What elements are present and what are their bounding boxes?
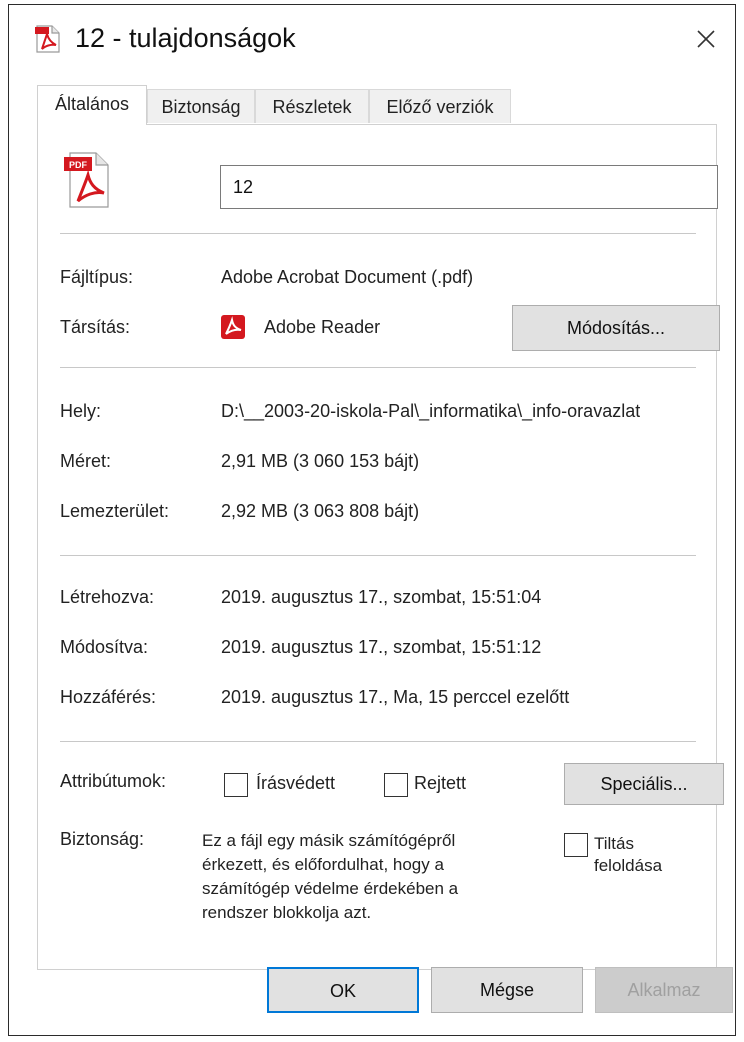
unblock-label-line: feloldása <box>594 856 663 875</box>
tab-reszletek[interactable]: Részletek <box>255 89 369 123</box>
security-message-line: érkezett, és előfordulhat, hogy a <box>202 855 444 874</box>
pdf-file-icon <box>35 25 60 53</box>
apply-button[interactable]: Alkalmaz <box>595 967 733 1013</box>
filetype-value: Adobe Acrobat Document (.pdf) <box>221 267 474 287</box>
hidden-checkbox[interactable] <box>384 773 408 797</box>
separator <box>60 233 696 234</box>
advanced-button[interactable]: Speciális... <box>564 763 724 805</box>
security-label: Biztonság: <box>60 829 145 849</box>
separator <box>60 555 696 556</box>
location-value: D:\__2003-20-iskola-Pal\_informatika\_in… <box>221 401 641 421</box>
disk-size-value: 2,92 MB (3 063 808 bájt) <box>221 501 420 521</box>
modified-value: 2019. augusztus 17., szombat, 15:51:12 <box>221 637 542 657</box>
pdf-badge-text: PDF <box>69 160 88 170</box>
unblock-label-line: Tiltás <box>594 834 634 853</box>
accessed-label: Hozzáférés: <box>60 687 157 707</box>
pdf-document-icon: PDF <box>64 152 109 208</box>
created-value: 2019. augusztus 17., szombat, 15:51:04 <box>221 587 542 607</box>
general-panel: PDF Fájltípus: Adobe Acrobat Document (.… <box>37 124 724 970</box>
attributes-label: Attribútumok: <box>60 771 167 791</box>
security-message-line: rendszer blokkolja azt. <box>202 903 372 922</box>
size-label: Méret: <box>60 451 112 471</box>
security-message-line: számítógép védelme érdekében a <box>202 879 459 898</box>
tab-biztonsag[interactable]: Biztonság <box>147 89 255 123</box>
tab-strip: Általános Biztonság Részletek Előző verz… <box>37 85 717 125</box>
association-value: Adobe Reader <box>264 317 381 337</box>
readonly-checkbox[interactable] <box>224 773 248 797</box>
security-message: Ez a fájl egy másik számítógépről érkeze… <box>202 829 458 925</box>
separator <box>60 367 696 368</box>
location-label: Hely: <box>60 401 102 421</box>
filename-input[interactable] <box>220 165 718 209</box>
filetype-label: Fájltípus: <box>60 267 134 287</box>
security-message-line: Ez a fájl egy másik számítógépről <box>202 831 456 850</box>
window-title: 12 - tulajdonságok <box>75 23 296 53</box>
disk-size-label: Lemezterület: <box>60 501 170 521</box>
change-button[interactable]: Módosítás... <box>512 305 720 351</box>
separator <box>60 741 696 742</box>
accessed-value: 2019. augusztus 17., Ma, 15 perccel ezel… <box>221 687 570 707</box>
adobe-reader-icon <box>221 315 245 339</box>
tab-elozo-verziok[interactable]: Előző verziók <box>369 89 511 123</box>
title-bar: 12 - tulajdonságok <box>9 5 735 73</box>
hidden-label: Rejtett <box>414 773 467 793</box>
unblock-label: Tiltás feloldása <box>594 833 662 877</box>
association-label: Társítás: <box>60 317 131 337</box>
tab-altalanos[interactable]: Általános <box>37 85 147 125</box>
cancel-button[interactable]: Mégse <box>431 967 583 1013</box>
readonly-label: Írásvédett <box>256 773 336 793</box>
created-label: Létrehozva: <box>60 587 155 607</box>
unblock-checkbox[interactable] <box>564 833 588 857</box>
ok-button[interactable]: OK <box>267 967 419 1013</box>
close-icon[interactable] <box>683 17 729 61</box>
properties-dialog: 12 - tulajdonságok Általános Biztonság R… <box>8 4 736 1036</box>
modified-label: Módosítva: <box>60 637 149 657</box>
size-value: 2,91 MB (3 060 153 bájt) <box>221 451 420 471</box>
